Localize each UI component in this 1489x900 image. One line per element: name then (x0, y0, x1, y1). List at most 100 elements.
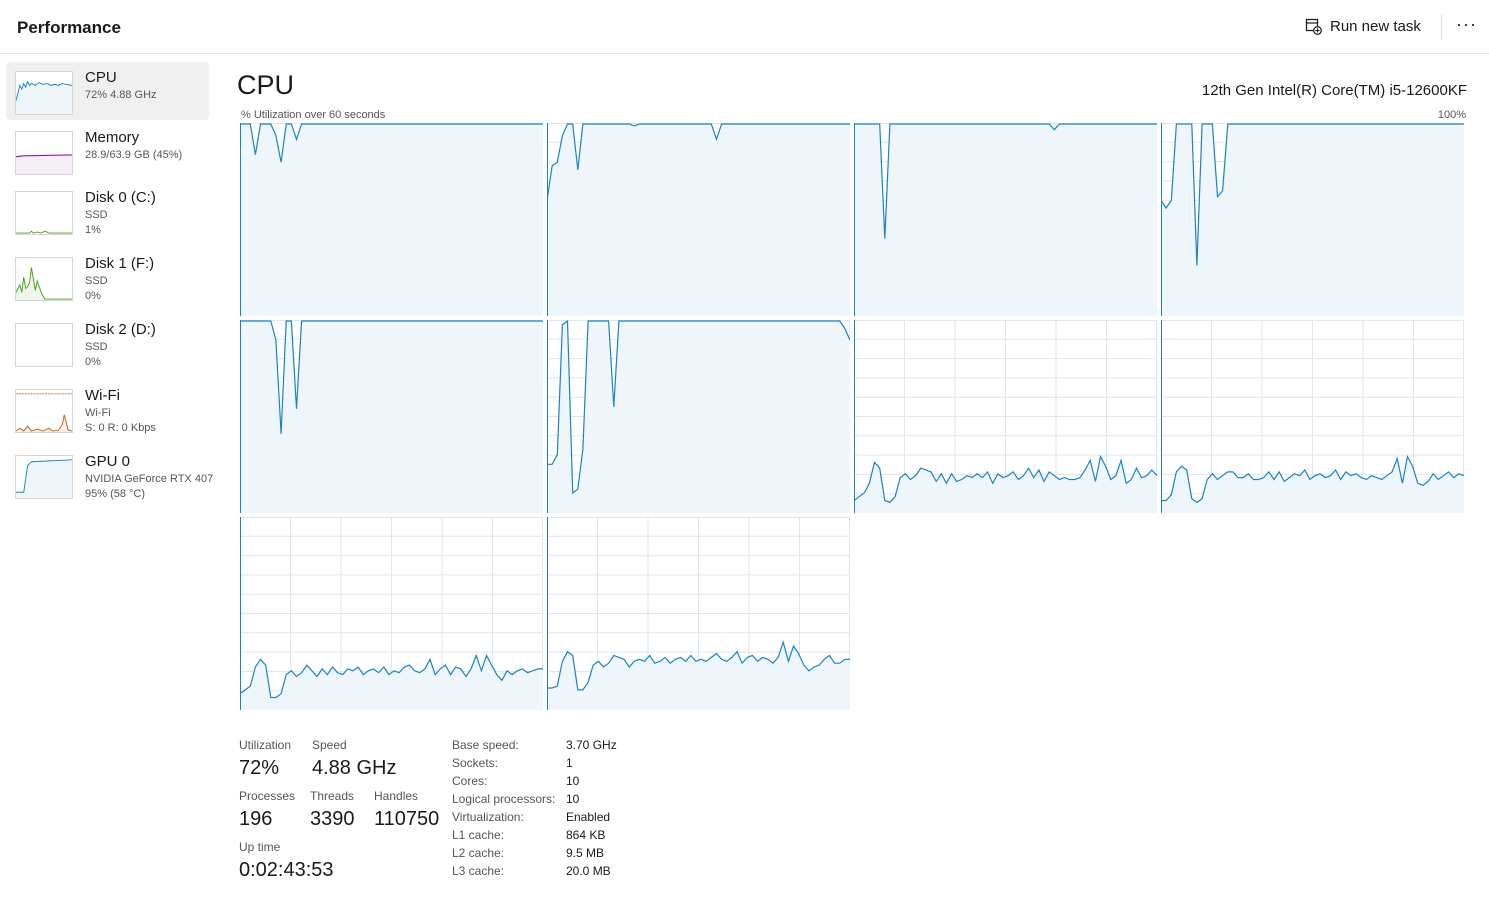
sidebar-item-label: Wi-Fi (85, 387, 120, 404)
spec-value-base-speed: 3.70 GHz (566, 738, 617, 752)
memory-thumbnail-graph (15, 131, 73, 175)
logical-processor-graph (240, 320, 543, 513)
utilization-area (547, 124, 850, 316)
sidebar-item-label: CPU (85, 69, 117, 86)
processes-label: Processes (239, 789, 296, 803)
logical-processor-graph (547, 517, 850, 710)
disk0-thumb-line (16, 230, 72, 234)
gpu0-thumbnail-graph (15, 455, 73, 499)
sidebar-item-label: Disk 0 (C:) (85, 189, 156, 206)
spec-value-l1-cache: 864 KB (566, 828, 606, 842)
sidebar-item-detail: 72% 4.88 GHz (85, 89, 157, 101)
more-options-icon[interactable]: ··· (1456, 14, 1477, 35)
logical-processor-graph (547, 123, 850, 316)
page-title: Performance (17, 18, 121, 37)
sidebar-item-wifi[interactable]: Wi-Fi Wi-Fi S: 0 R: 0 Kbps (6, 380, 209, 438)
handles-label: Handles (374, 789, 419, 803)
graph-caption: % Utilization over 60 seconds (241, 109, 386, 121)
disk0-thumbnail-graph (15, 191, 73, 235)
spec-label-base-speed: Base speed: (452, 738, 519, 752)
sidebar-item-gpu-0[interactable]: GPU 0 NVIDIA GeForce RTX 407 95% (58 °C) (6, 446, 213, 504)
sidebar-item-cpu[interactable]: CPU 72% 4.88 GHz (6, 62, 209, 120)
sidebar-item-detail: SSD (85, 275, 108, 287)
run-new-task-button[interactable]: Run new task (1305, 18, 1421, 35)
cpu-utilization-chart (854, 123, 1157, 316)
toolbar-divider (1441, 14, 1442, 40)
sidebar-item-detail: 28.9/63.9 GB (45%) (85, 149, 183, 161)
spec-label-logical-processors: Logical processors: (452, 792, 556, 806)
cpu-utilization-chart (854, 320, 1157, 513)
spec-label-sockets: Sockets: (452, 756, 499, 770)
utilization-area (1161, 124, 1464, 316)
spec-label-l1-cache: L1 cache: (452, 828, 505, 842)
cpu-utilization-chart (1161, 123, 1464, 316)
spec-value-logical-processors: 10 (566, 792, 580, 806)
sidebar-item-disk-0[interactable]: Disk 0 (C:) SSD 1% (6, 182, 209, 240)
sidebar-item-detail: 0% (85, 356, 101, 368)
logical-processor-graph (240, 517, 543, 710)
sidebar-item-detail: S: 0 R: 0 Kbps (85, 422, 156, 434)
sidebar-item-disk-2[interactable]: Disk 2 (D:) SSD 0% (6, 314, 209, 372)
sidebar-item-detail: 1% (85, 224, 101, 236)
wifi-thumbnail-graph (15, 389, 73, 433)
sidebar-item-label: Disk 2 (D:) (85, 321, 156, 338)
cpu-utilization-chart (240, 517, 543, 710)
sidebar-item-label: GPU 0 (85, 453, 131, 470)
spec-value-l3-cache: 20.0 MB (566, 864, 611, 878)
cpu-utilization-chart (240, 123, 543, 316)
gpu0-thumb-area (16, 459, 72, 498)
utilization-area (854, 124, 1157, 316)
logical-processor-graph (854, 123, 1157, 316)
logical-processor-graph (1161, 123, 1464, 316)
sidebar-item-disk-1[interactable]: Disk 1 (F:) SSD 0% (6, 248, 209, 306)
run-task-label: Run new task (1330, 18, 1421, 35)
sidebar-item-detail: 0% (85, 290, 101, 302)
processes-value: 196 (239, 808, 273, 830)
sidebar-item-detail: NVIDIA GeForce RTX 407 (85, 473, 214, 485)
logical-processor-graphs (240, 123, 1466, 712)
cpu-utilization-chart (1161, 320, 1464, 513)
sidebar-item-label: Disk 1 (F:) (85, 255, 155, 272)
uptime-label: Up time (239, 840, 281, 854)
cpu-thumbnail-graph (15, 71, 73, 115)
handles-value: 110750 (374, 808, 440, 830)
uptime-value: 0:02:43:53 (239, 859, 334, 881)
graph-max-label: 100% (1437, 109, 1466, 121)
speed-label: Speed (312, 738, 347, 752)
spec-label-virtualization: Virtualization: (452, 810, 524, 824)
sidebar-item-detail: 95% (58 °C) (85, 488, 146, 500)
top-bar: Performance Run new task ··· (0, 0, 1489, 54)
spec-label-l3-cache: L3 cache: (452, 864, 505, 878)
cpu-utilization-chart (240, 320, 543, 513)
spec-value-sockets: 1 (566, 756, 573, 770)
spec-value-virtualization: Enabled (566, 810, 611, 824)
cpu-utilization-chart (547, 320, 850, 513)
speed-value: 4.88 GHz (312, 757, 397, 779)
cpu-heading: CPU (237, 70, 295, 100)
spec-label-cores: Cores: (452, 774, 488, 788)
disk2-thumbnail-graph (15, 323, 73, 367)
sidebar-item-detail: SSD (85, 209, 108, 221)
run-task-icon (1305, 18, 1322, 35)
logical-processor-graph (854, 320, 1157, 513)
utilization-area (240, 124, 543, 316)
disk1-thumbnail-graph (15, 257, 73, 301)
spec-value-l2-cache: 9.5 MB (566, 846, 605, 860)
spec-label-l2-cache: L2 cache: (452, 846, 505, 860)
sidebar-item-detail: Wi-Fi (85, 407, 111, 419)
memory-thumb-area (16, 154, 72, 174)
cpu-thumb-area (16, 81, 72, 114)
sidebar-item-label: Memory (85, 129, 140, 146)
threads-value: 3390 (310, 808, 355, 830)
utilization-area (547, 321, 850, 513)
cpu-model-name: 12th Gen Intel(R) Core(TM) i5-12600KF (1201, 82, 1467, 99)
utilization-value: 72% (239, 757, 280, 779)
sidebar-item-detail: SSD (85, 341, 108, 353)
logical-processor-graph (1161, 320, 1464, 513)
cpu-utilization-chart (547, 517, 850, 710)
utilization-label: Utilization (239, 738, 292, 752)
sidebar-item-memory[interactable]: Memory 28.9/63.9 GB (45%) (6, 122, 209, 180)
logical-processor-graph (240, 123, 543, 316)
spec-value-cores: 10 (566, 774, 580, 788)
threads-label: Threads (310, 789, 355, 803)
